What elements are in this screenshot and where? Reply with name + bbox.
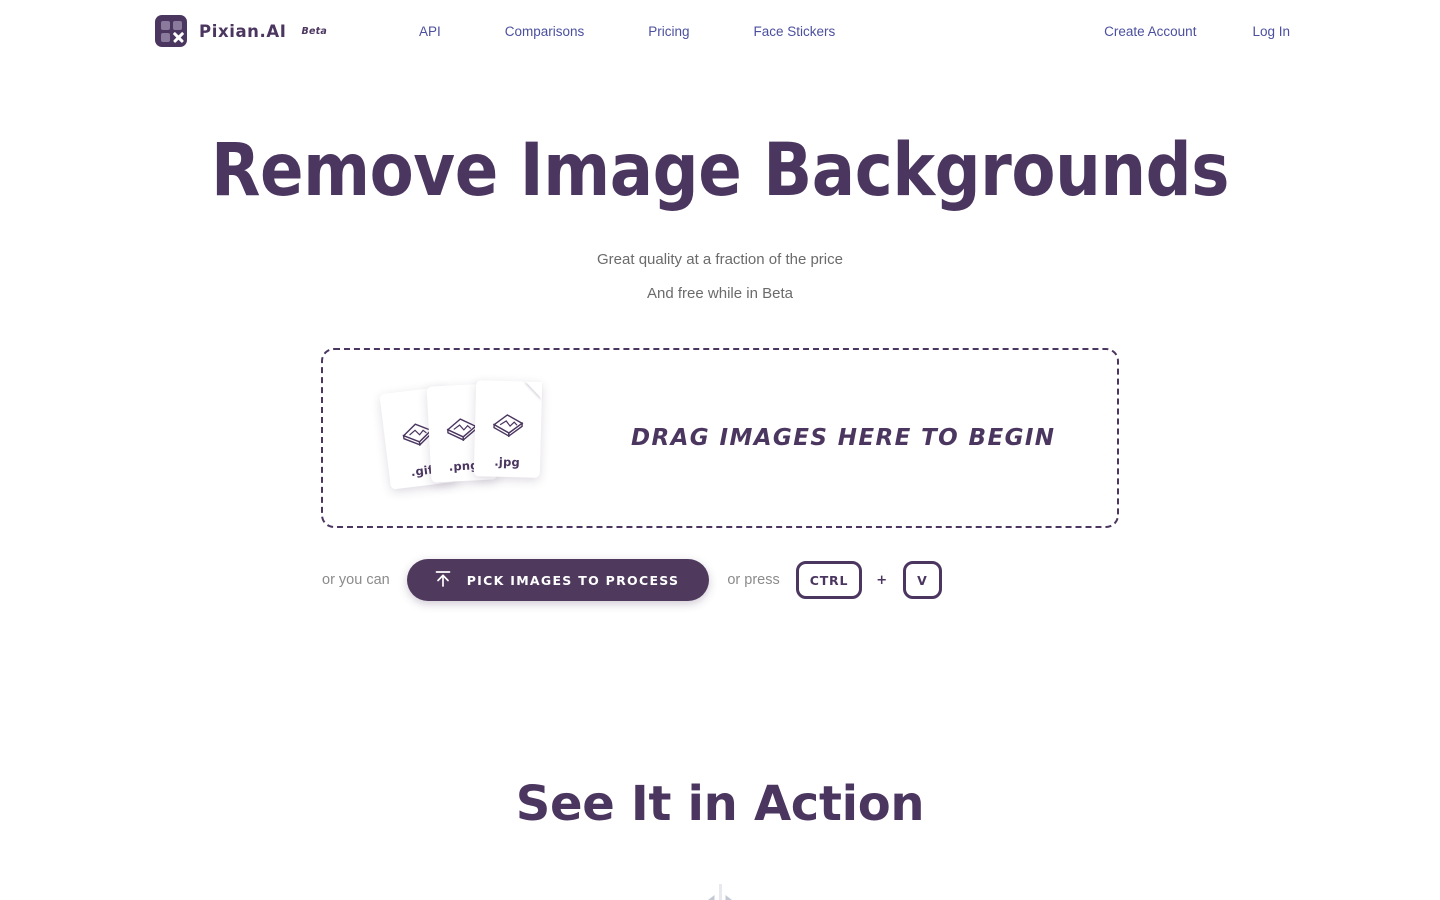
brand-beta-badge: Beta <box>301 25 327 37</box>
hero-subtitle-secondary: And free while in Beta <box>647 285 793 302</box>
file-card-extension: .jpg <box>494 454 521 470</box>
logo-x-icon <box>172 31 185 43</box>
key-v[interactable]: V <box>903 561 942 599</box>
pick-images-button-label: PICK IMAGES TO PROCESS <box>466 572 680 588</box>
showcase-title: See It in Action <box>515 776 925 832</box>
page-title: Remove Image Backgrounds <box>210 128 1230 213</box>
upload-icon <box>433 569 453 592</box>
cta-prefix-label: or you can <box>322 572 390 588</box>
logo-square-top-right <box>173 21 182 30</box>
key-plus-separator: + <box>876 572 888 588</box>
logo-square-top-left <box>161 21 170 30</box>
image-dropzone[interactable]: .gif .png .jpg DRAG IMAGES HERE TO BEGIN <box>321 348 1119 528</box>
pixian-grid-x-logo-icon <box>155 15 187 47</box>
logo-square-bottom-left <box>161 33 170 42</box>
hero-section: Remove Image Backgrounds Great quality a… <box>0 134 1440 302</box>
brand-name: Pixian.AI <box>199 21 287 41</box>
file-card-jpg: .jpg <box>473 380 543 478</box>
brand-logo-link[interactable]: Pixian.AI Beta <box>155 15 327 47</box>
page-fold-corner <box>524 381 543 399</box>
chevron-right-icon <box>725 895 735 900</box>
nav-item-api[interactable]: API <box>387 24 473 39</box>
nav-item-pricing[interactable]: Pricing <box>616 24 721 39</box>
account-nav: Create Account Log In <box>1076 24 1290 39</box>
comparison-slider-handle[interactable] <box>705 895 735 900</box>
image-file-icon <box>491 411 526 442</box>
nav-item-face-stickers[interactable]: Face Stickers <box>722 24 868 39</box>
chevron-left-icon <box>705 895 715 900</box>
before-after-comparison[interactable] <box>381 884 1059 900</box>
press-prefix-label: or press <box>727 572 780 588</box>
site-header: Pixian.AI Beta API Comparisons Pricing Fa… <box>0 0 1440 62</box>
dropzone-prompt: DRAG IMAGES HERE TO BEGIN <box>631 425 1056 451</box>
primary-nav: API Comparisons Pricing Face Stickers <box>387 24 867 39</box>
file-card-stack: .gif .png .jpg <box>379 378 575 498</box>
pick-images-button[interactable]: PICK IMAGES TO PROCESS <box>406 559 710 601</box>
log-in-link[interactable]: Log In <box>1224 24 1290 39</box>
create-account-link[interactable]: Create Account <box>1076 24 1224 39</box>
key-ctrl[interactable]: CTRL <box>795 561 863 599</box>
cta-row: or you can PICK IMAGES TO PROCESS or pre… <box>322 559 1440 601</box>
hero-subtitle-primary: Great quality at a fraction of the price <box>597 251 843 268</box>
nav-item-comparisons[interactable]: Comparisons <box>473 24 617 39</box>
